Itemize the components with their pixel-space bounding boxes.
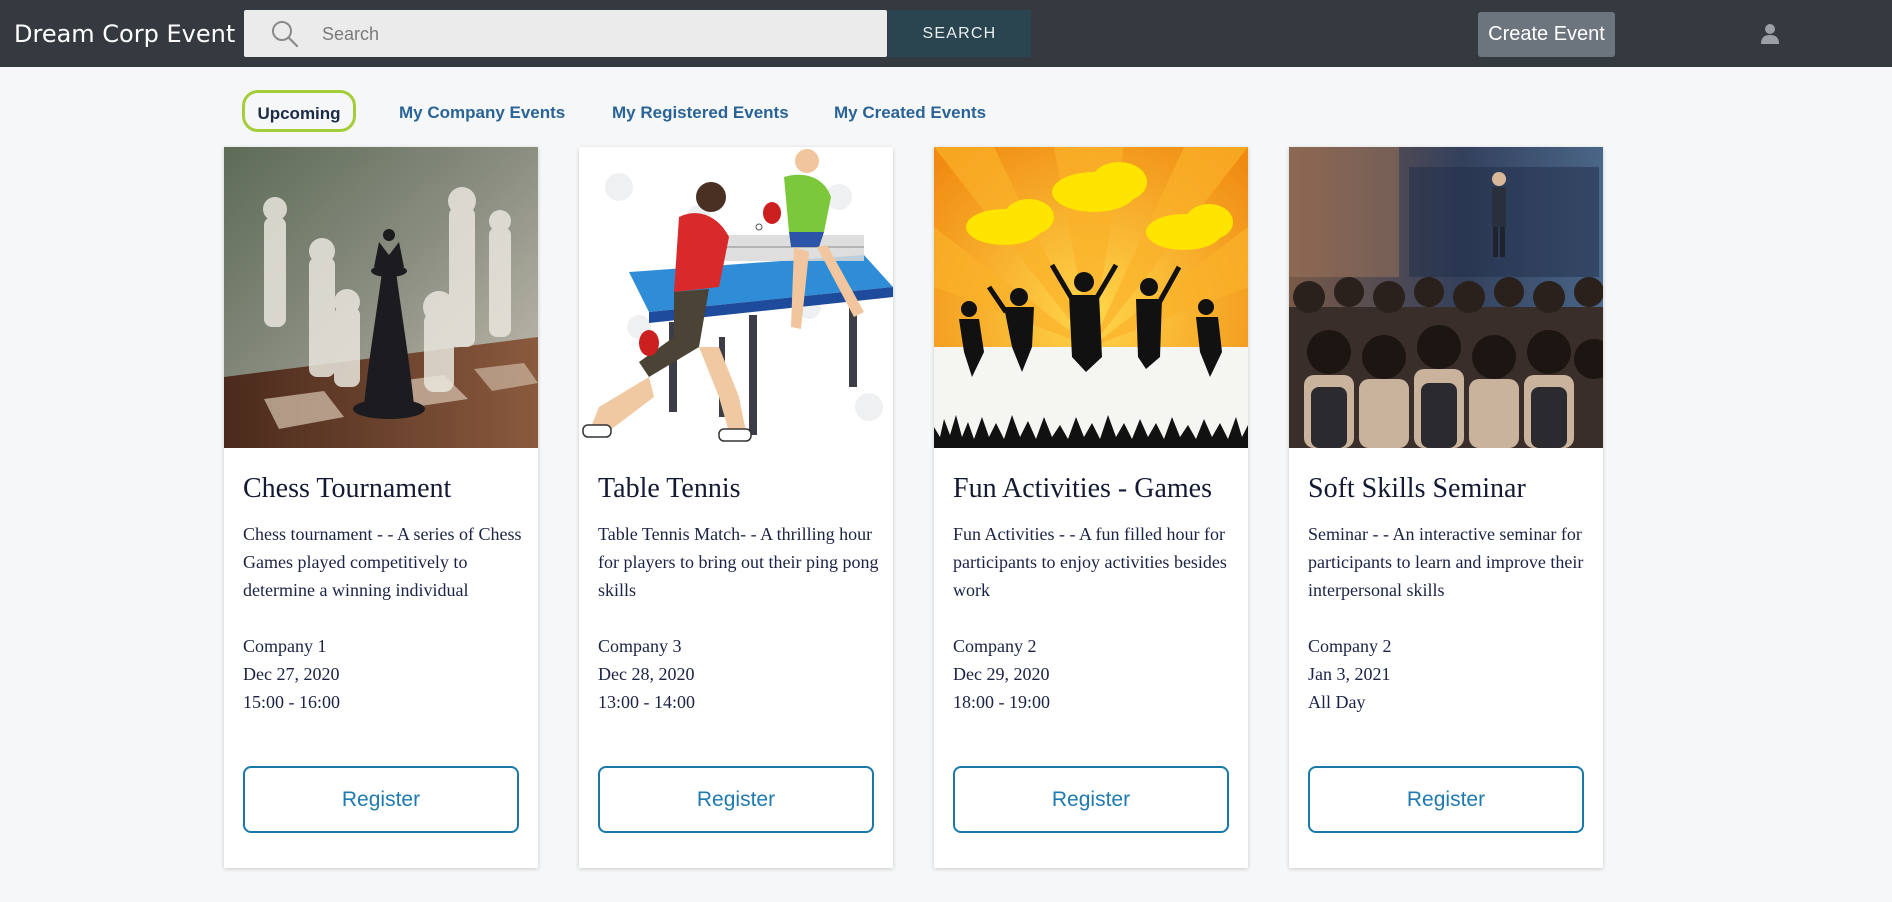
event-date: Dec 29, 2020 [953, 664, 1050, 684]
search-input[interactable] [320, 10, 874, 59]
event-meta: Company 1 Dec 27, 2020 15:00 - 16:00 [243, 632, 523, 716]
register-button[interactable]: Register [953, 766, 1229, 833]
chess-image [224, 147, 538, 448]
event-card: Soft Skills Seminar Seminar - - An inter… [1289, 147, 1603, 868]
register-button[interactable]: Register [1308, 766, 1584, 833]
event-card: Fun Activities - Games Fun Activities - … [934, 147, 1248, 868]
event-time: 15:00 - 16:00 [243, 692, 340, 712]
fun-activities-image [934, 147, 1248, 448]
event-time: All Day [1308, 692, 1366, 712]
event-card: Table Tennis Table Tennis Match- - A thr… [579, 147, 893, 868]
table-tennis-image [579, 147, 893, 448]
seminar-image [1289, 147, 1603, 448]
tab-upcoming[interactable]: Upcoming [242, 90, 356, 132]
event-date: Jan 3, 2021 [1308, 664, 1391, 684]
event-description: Table Tennis Match- - A thrilling hour f… [598, 524, 879, 600]
event-time: 13:00 - 14:00 [598, 692, 695, 712]
register-button[interactable]: Register [598, 766, 874, 833]
event-company: Company 1 [243, 636, 327, 656]
tab-my-company-events[interactable]: My Company Events [399, 96, 565, 130]
event-title: Chess Tournament [243, 473, 452, 504]
event-description: Seminar - - An interactive seminar for p… [1308, 524, 1584, 600]
event-title: Fun Activities - Games [953, 473, 1212, 504]
event-meta: Company 2 Jan 3, 2021 All Day [1308, 632, 1588, 716]
tab-my-registered-events[interactable]: My Registered Events [612, 96, 789, 130]
event-company: Company 3 [598, 636, 682, 656]
event-description: Chess tournament - - A series of Chess G… [243, 524, 522, 600]
search-box [244, 10, 887, 59]
event-card: Chess Tournament Chess tournament - - A … [224, 147, 538, 868]
search-button[interactable]: SEARCH [888, 10, 1031, 57]
event-date: Dec 27, 2020 [243, 664, 340, 684]
event-description: Fun Activities - - A fun filled hour for… [953, 524, 1227, 600]
event-meta: Company 2 Dec 29, 2020 18:00 - 19:00 [953, 632, 1233, 716]
register-button[interactable]: Register [243, 766, 519, 833]
search-icon [272, 21, 299, 48]
event-title: Table Tennis [598, 473, 741, 504]
event-company: Company 2 [1308, 636, 1392, 656]
user-icon[interactable] [1760, 23, 1780, 45]
event-title: Soft Skills Seminar [1308, 473, 1526, 504]
event-company: Company 2 [953, 636, 1037, 656]
event-date: Dec 28, 2020 [598, 664, 695, 684]
tab-my-created-events[interactable]: My Created Events [834, 96, 986, 130]
create-event-button[interactable]: Create Event [1478, 12, 1615, 57]
brand-logo-text[interactable]: Dream Corp Event [14, 20, 235, 48]
event-meta: Company 3 Dec 28, 2020 13:00 - 14:00 [598, 632, 878, 716]
top-navbar: Dream Corp Event SEARCH Create Event [0, 0, 1892, 67]
event-time: 18:00 - 19:00 [953, 692, 1050, 712]
